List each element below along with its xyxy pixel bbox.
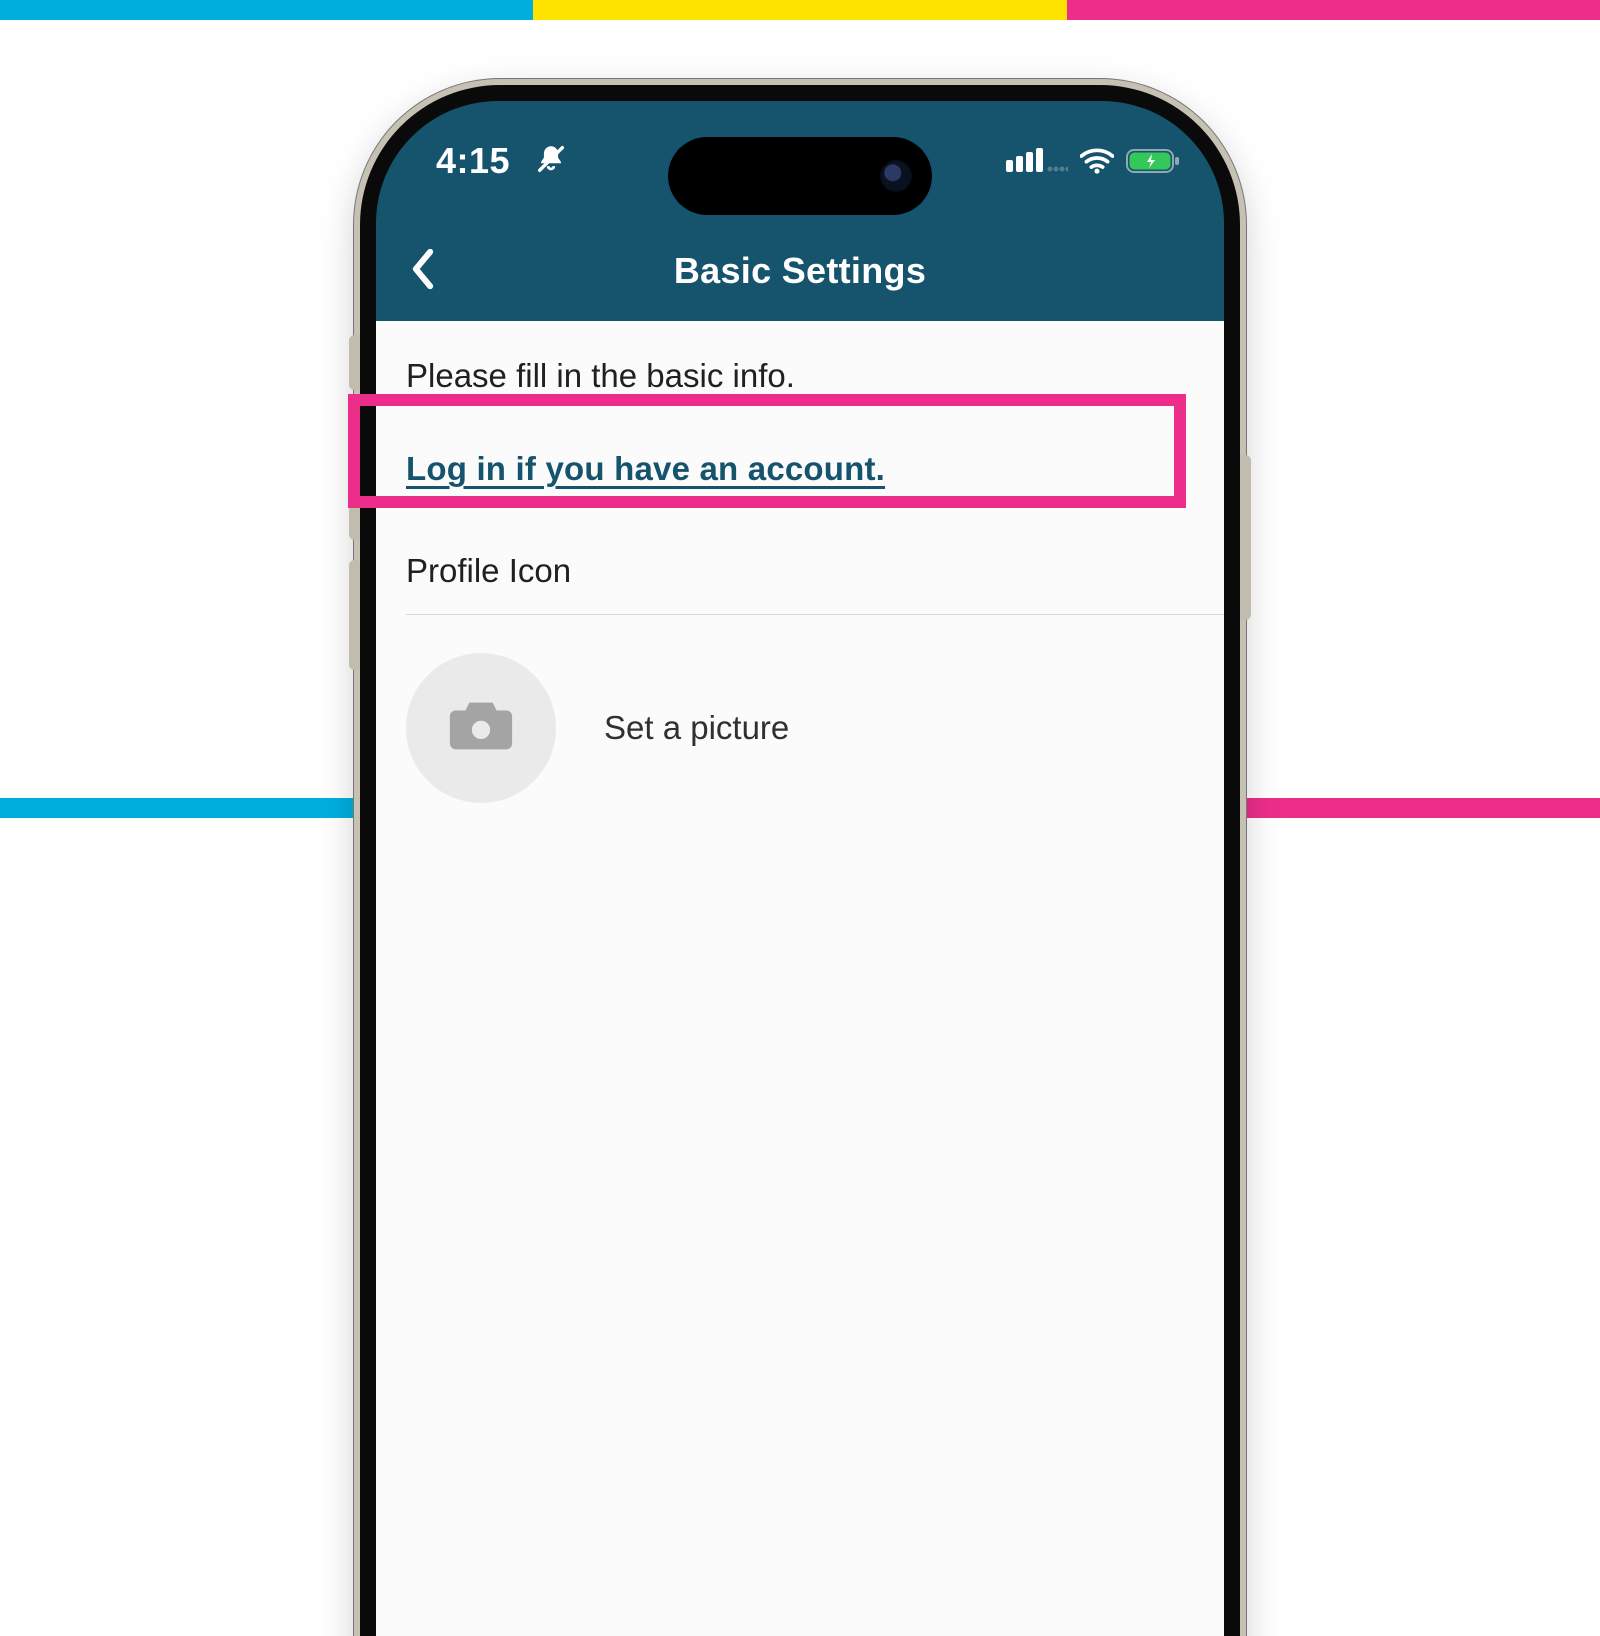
phone-frame: 4:15 [360, 85, 1240, 1636]
bell-slash-icon [534, 142, 568, 181]
side-button [349, 430, 360, 540]
profile-icon-title: Profile Icon [376, 522, 1224, 614]
top-stripe [0, 0, 1600, 20]
side-button [349, 335, 360, 390]
camera-lens-icon [880, 160, 912, 192]
avatar-placeholder[interactable] [406, 653, 556, 803]
content: Please fill in the basic info. Log in if… [376, 321, 1224, 1636]
side-button [349, 560, 360, 670]
wifi-icon [1080, 148, 1114, 174]
page-title: Basic Settings [674, 250, 926, 292]
battery-charging-icon [1126, 148, 1180, 174]
set-picture-label: Set a picture [604, 709, 789, 747]
login-link[interactable]: Log in if you have an account. [406, 450, 885, 487]
nav-bar: Basic Settings [376, 221, 1224, 321]
side-button [1240, 455, 1251, 620]
phone-screen: 4:15 [376, 101, 1224, 1636]
back-button[interactable] [398, 246, 448, 296]
cellular-bars-icon [1006, 146, 1068, 176]
status-right [1006, 146, 1180, 176]
dynamic-island [668, 137, 932, 215]
profile-row[interactable]: Set a picture [376, 615, 1224, 847]
camera-icon [446, 696, 516, 761]
stage: 4:15 [0, 0, 1600, 818]
chevron-left-icon [410, 249, 436, 294]
intro-text: Please fill in the basic info. [376, 321, 1224, 415]
status-time: 4:15 [436, 140, 510, 182]
login-row[interactable]: Log in if you have an account. [376, 415, 1224, 522]
status-left: 4:15 [436, 140, 568, 182]
